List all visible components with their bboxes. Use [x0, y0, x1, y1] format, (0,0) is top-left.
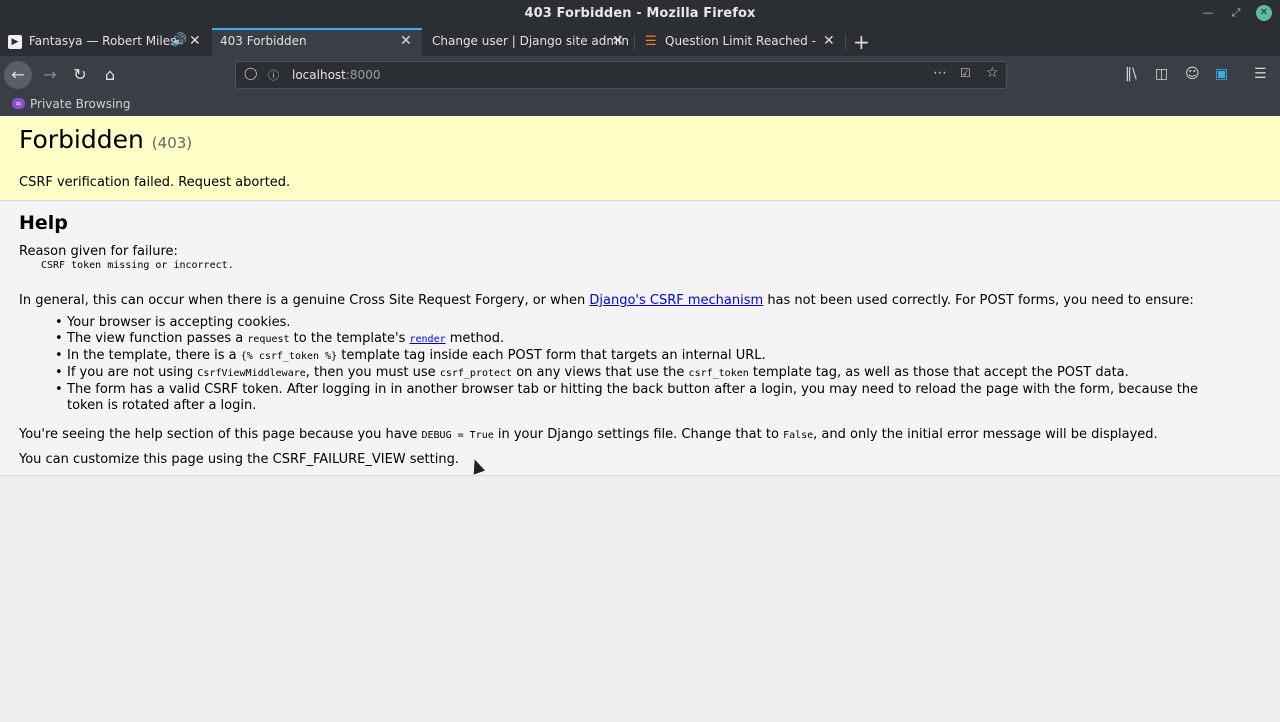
navigation-toolbar: ← → ↻ ⌂ ◯ ⓘ localhost:8000 ⋯ ☑ ☆ ‖\ ◫ ☺ …: [0, 56, 1280, 94]
bookmark-star-icon[interactable]: ☆: [986, 65, 999, 81]
reload-icon[interactable]: ↻: [66, 61, 94, 89]
tab-strip: ▶ Fantasya — Robert Miles 🔊 ✕ 403 Forbid…: [0, 28, 1280, 56]
code: {% csrf_token %}: [240, 351, 338, 362]
back-arrow-icon[interactable]: ←: [4, 61, 32, 89]
text: on any views that use the: [512, 365, 689, 380]
close-tab-icon[interactable]: ✕: [612, 33, 624, 49]
close-tab-icon[interactable]: ✕: [400, 33, 412, 49]
text: has not been used correctly. For POST fo…: [763, 293, 1194, 308]
list-item: In the template, there is a {% csrf_toke…: [55, 348, 1217, 365]
code: DEBUG = True: [421, 430, 494, 441]
speaker-icon[interactable]: 🔊: [171, 33, 187, 48]
text: In the template, there is a: [67, 348, 241, 363]
requirements-list: Your browser is accepting cookies. The v…: [55, 315, 1217, 414]
private-mask-icon: ∞: [12, 98, 25, 109]
tab-label: 403 Forbidden: [220, 34, 307, 48]
site-info-icon[interactable]: ⓘ: [268, 67, 279, 83]
minimize-icon[interactable]: —: [1200, 5, 1216, 21]
private-browsing-label: Private Browsing: [30, 97, 131, 111]
media-play-icon: ▶: [8, 35, 22, 49]
url-bar[interactable]: ◯ ⓘ localhost:8000 ⋯ ☑ ☆: [235, 61, 1007, 89]
text: The view function passes a: [67, 331, 248, 346]
library-icon[interactable]: ‖\: [1125, 66, 1137, 82]
code: request: [247, 334, 290, 345]
help-heading: Help: [19, 212, 68, 234]
pocket-icon[interactable]: ☑: [960, 66, 971, 80]
text: If you are not using: [67, 365, 198, 380]
error-message: CSRF verification failed. Request aborte…: [19, 175, 291, 190]
close-tab-icon[interactable]: ✕: [189, 33, 201, 49]
close-tab-icon[interactable]: ✕: [823, 33, 835, 49]
list-item: The form has a valid CSRF token. After l…: [55, 382, 1217, 414]
render-link[interactable]: render: [410, 331, 446, 346]
page-actions-icon[interactable]: ⋯: [933, 65, 947, 81]
tab-change-user[interactable]: Change user | Django site admin ✕: [422, 28, 634, 56]
debug-note: You're seeing the help section of this p…: [19, 427, 1158, 442]
text: in your Django settings file. Change tha…: [493, 427, 784, 442]
text: template tag inside each POST form that …: [337, 348, 766, 363]
code: render: [409, 334, 446, 345]
error-summary: Forbidden (403) CSRF verification failed…: [0, 116, 1280, 201]
text: In general, this can occur when there is…: [19, 293, 590, 308]
tab-label: Fantasya — Robert Miles: [29, 34, 177, 48]
new-tab-icon[interactable]: +: [853, 30, 870, 54]
list-item: Your browser is accepting cookies.: [55, 315, 1217, 331]
sidebar-icon[interactable]: ◫: [1155, 66, 1168, 82]
extension-icon[interactable]: ▣: [1215, 66, 1228, 82]
tab-fantasya[interactable]: ▶ Fantasya — Robert Miles 🔊 ✕: [0, 28, 212, 56]
tab-separator: [845, 34, 846, 50]
page-content: Forbidden (403) CSRF verification failed…: [0, 116, 1280, 722]
menu-icon[interactable]: ☰: [1254, 66, 1267, 82]
forward-arrow-icon[interactable]: →: [36, 61, 64, 89]
django-csrf-link[interactable]: Django's CSRF mechanism: [589, 293, 763, 308]
page-title: Forbidden (403): [19, 125, 192, 154]
error-code: (403): [151, 134, 193, 152]
account-icon[interactable]: ☺: [1185, 66, 1200, 82]
tab-label: Question Limit Reached - Sta: [665, 34, 817, 48]
text: You're seeing the help section of this p…: [19, 427, 422, 442]
code: csrf_token: [688, 368, 749, 379]
tab-403-forbidden[interactable]: 403 Forbidden ✕: [212, 28, 422, 56]
code: csrf_protect: [439, 368, 513, 379]
text: template tag, as well as those that acce…: [748, 365, 1129, 380]
stackoverflow-icon: ☰: [645, 34, 657, 49]
private-browsing-bar: ∞ Private Browsing: [0, 94, 1280, 116]
text: method.: [445, 331, 505, 346]
error-title: Forbidden: [19, 125, 144, 154]
url-host: localhost: [292, 68, 346, 82]
text: , then you must use: [305, 365, 440, 380]
home-icon[interactable]: ⌂: [96, 61, 124, 89]
general-explanation: In general, this can occur when there is…: [19, 293, 1194, 308]
text: , and only the initial error message wil…: [813, 427, 1158, 442]
window-title: 403 Forbidden - Mozilla Firefox: [524, 6, 756, 21]
customize-note: You can customize this page using the CS…: [19, 452, 459, 467]
tab-question-limit[interactable]: ☰ Question Limit Reached - Sta ✕: [635, 28, 845, 56]
maximize-icon[interactable]: ⤢: [1228, 5, 1244, 21]
reason-label: Reason given for failure:: [19, 244, 178, 259]
text: to the template's: [289, 331, 410, 346]
code: CsrfViewMiddleware: [197, 368, 306, 379]
tab-label: Change user | Django site admin: [432, 34, 629, 48]
close-window-icon[interactable]: ✕: [1256, 5, 1272, 21]
shield-icon[interactable]: ◯: [244, 66, 257, 80]
url-port: :8000: [345, 68, 381, 82]
list-item: If you are not using CsrfViewMiddleware,…: [55, 365, 1217, 382]
code: False: [783, 430, 814, 441]
help-section: Help Reason given for failure: CSRF toke…: [0, 202, 1280, 476]
url-text[interactable]: localhost:8000: [292, 68, 380, 82]
window-titlebar: 403 Forbidden - Mozilla Firefox — ⤢ ✕: [0, 0, 1280, 28]
list-item: The view function passes a request to th…: [55, 331, 1217, 348]
reason-text: CSRF token missing or incorrect.: [41, 260, 234, 271]
